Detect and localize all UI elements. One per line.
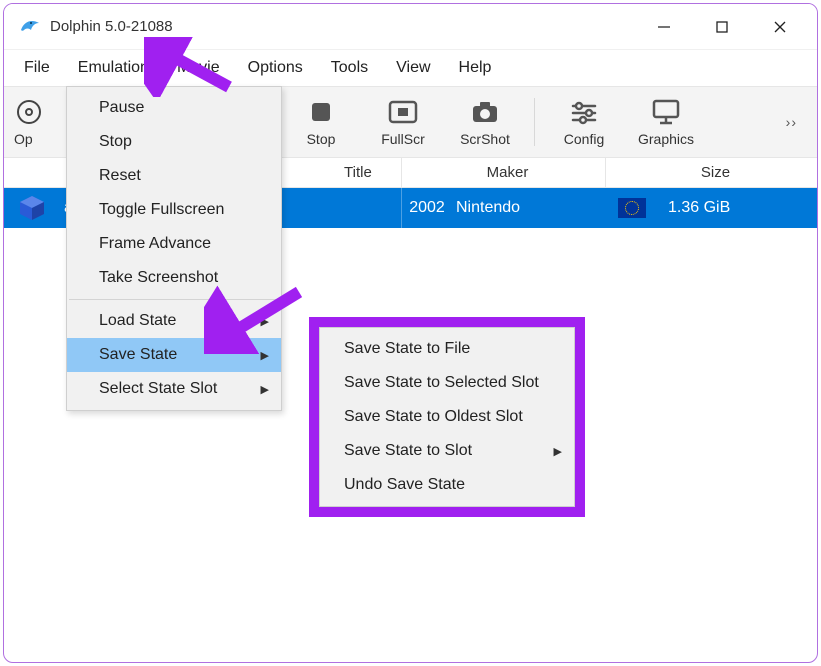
toolbar-separator: [534, 98, 535, 146]
close-button[interactable]: [751, 7, 809, 47]
annotation-highlight-box: Save State to File Save State to Selecte…: [309, 317, 585, 517]
monitor-icon: [651, 97, 681, 127]
app-window: Dolphin 5.0-21088 File Emulation Movie O…: [3, 3, 818, 663]
toolbar-graphics-label: Graphics: [638, 131, 694, 147]
toolbar-scrshot[interactable]: ScrShot: [446, 89, 524, 155]
submenu-save-to-file[interactable]: Save State to File: [320, 332, 574, 366]
annotation-arrow-icon: [204, 284, 304, 354]
toolbar-graphics[interactable]: Graphics: [627, 89, 705, 155]
toolbar-open-label-partial: Op: [14, 131, 33, 147]
menu-item-toggle-fullscreen[interactable]: Toggle Fullscreen: [67, 193, 281, 227]
menu-options[interactable]: Options: [234, 50, 317, 86]
toolbar-config[interactable]: Config: [545, 89, 623, 155]
fullscreen-icon: [388, 97, 418, 127]
toolbar-stop[interactable]: Stop: [282, 89, 360, 155]
toolbar-open[interactable]: Op: [14, 89, 54, 155]
menu-item-frame-advance[interactable]: Frame Advance: [67, 227, 281, 261]
menu-help[interactable]: Help: [445, 50, 506, 86]
menu-tools[interactable]: Tools: [317, 50, 382, 86]
column-header-size[interactable]: Size: [606, 158, 817, 187]
game-year: 2002: [402, 199, 452, 217]
menubar: File Emulation Movie Options Tools View …: [4, 50, 817, 86]
emulation-menu-dropdown: Pause Stop Reset Toggle Fullscreen Frame…: [66, 86, 282, 411]
column-header-maker[interactable]: Maker: [402, 158, 606, 187]
minimize-button[interactable]: [635, 7, 693, 47]
sliders-icon: [569, 97, 599, 127]
chevron-right-icon: ▶: [554, 445, 562, 458]
window-controls: [635, 7, 809, 47]
submenu-save-to-oldest-slot[interactable]: Save State to Oldest Slot: [320, 400, 574, 434]
titlebar: Dolphin 5.0-21088: [4, 4, 817, 50]
toolbar-config-label: Config: [564, 131, 604, 147]
chevron-right-icon: ▶: [261, 383, 269, 396]
submenu-save-to-selected-slot[interactable]: Save State to Selected Slot: [320, 366, 574, 400]
menu-file[interactable]: File: [10, 50, 64, 86]
menu-view[interactable]: View: [382, 50, 444, 86]
maximize-button[interactable]: [693, 7, 751, 47]
toolbar-overflow-icon[interactable]: ››: [776, 114, 807, 130]
camera-icon: [470, 97, 500, 127]
submenu-undo-save-state[interactable]: Undo Save State: [320, 468, 574, 502]
menu-item-select-state-slot[interactable]: Select State Slot▶: [67, 372, 281, 406]
toolbar-stop-label: Stop: [307, 131, 336, 147]
window-title: Dolphin 5.0-21088: [50, 18, 173, 35]
game-maker: Nintendo: [452, 199, 606, 217]
gamecube-icon: [4, 193, 60, 223]
annotation-arrow-icon: [144, 37, 234, 97]
toolbar-fullscr[interactable]: FullScr: [364, 89, 442, 155]
disc-icon: [14, 97, 44, 127]
toolbar-scrshot-label: ScrShot: [460, 131, 510, 147]
game-size: 1.36 GiB: [658, 199, 817, 217]
submenu-save-to-slot[interactable]: Save State to Slot▶: [320, 434, 574, 468]
region-flag-eu-icon: [606, 198, 658, 218]
menu-item-reset[interactable]: Reset: [67, 159, 281, 193]
menu-item-stop[interactable]: Stop: [67, 125, 281, 159]
save-state-submenu: Save State to File Save State to Selecte…: [319, 327, 575, 507]
dolphin-logo-icon: [18, 15, 42, 39]
toolbar-fullscr-label: FullScr: [381, 131, 425, 147]
stop-icon: [306, 97, 336, 127]
